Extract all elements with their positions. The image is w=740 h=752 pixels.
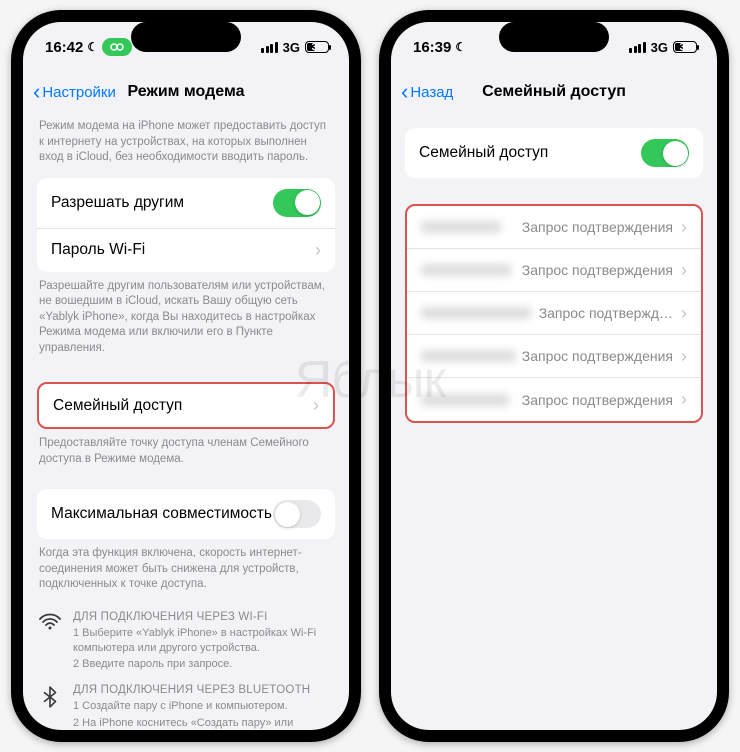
back-label: Назад [410,84,453,101]
compat-toggle[interactable] [273,500,321,528]
family-toggle[interactable] [641,139,689,167]
member-row[interactable]: Запрос подтверждения › [407,206,701,249]
battery-icon: 36 [673,41,697,53]
member-row[interactable]: Запрос подтверждения › [407,335,701,378]
chevron-left-icon: ‹ [401,81,408,103]
bluetooth-icon [39,684,61,708]
member-status: Запрос подтверждения [522,219,673,235]
screen-left: 16:42 ☾ 3G 35 ‹ Настройки Режим модема Р… [23,22,349,730]
chevron-right-icon: › [313,395,319,416]
back-button[interactable]: ‹ Настройки [33,81,116,103]
group-family: Семейный доступ › [37,382,335,429]
hotspot-active-pill[interactable] [102,38,132,56]
family-footer: Предоставляйте точку доступа членам Семе… [23,429,349,479]
row-family-sharing[interactable]: Семейный доступ › [39,384,333,427]
wifi-step: 1 Выберите «Yablyk iPhone» в настройках … [73,626,333,656]
back-button[interactable]: ‹ Назад [401,81,453,103]
cell-label: 3G [283,40,300,55]
notch [131,22,241,52]
member-name-blurred [421,350,516,362]
member-status: Запрос подтверждения [522,392,673,408]
allow-others-label: Разрешать другим [51,194,184,212]
row-allow-others[interactable]: Разрешать другим [37,178,335,229]
nav-title: Режим модема [128,83,245,101]
signal-icon [629,42,646,53]
dnd-moon-icon: ☾ [455,40,466,54]
chevron-right-icon: › [681,217,687,238]
row-max-compat[interactable]: Максимальная совместимость [37,489,335,539]
allow-others-toggle[interactable] [273,189,321,217]
instruct-wifi: ДЛЯ ПОДКЛЮЧЕНИЯ ЧЕРЕЗ WI-FI 1 Выберите «… [23,605,349,679]
row-wifi-password[interactable]: Пароль Wi-Fi › [37,229,335,272]
bt-section-title: ДЛЯ ПОДКЛЮЧЕНИЯ ЧЕРЕЗ BLUETOOTH [73,684,333,696]
dnd-moon-icon: ☾ [87,40,98,54]
intro-text: Режим модема на iPhone может предоставит… [23,112,349,178]
chevron-right-icon: › [681,389,687,410]
wifi-password-label: Пароль Wi-Fi [51,241,145,259]
family-toggle-label: Семейный доступ [419,144,548,162]
group-family-toggle: Семейный доступ [405,128,703,178]
chevron-right-icon: › [681,346,687,367]
compat-label: Максимальная совместимость [51,505,272,523]
battery-icon: 35 [305,41,329,53]
chevron-right-icon: › [315,240,321,261]
group-main: Разрешать другим Пароль Wi-Fi › [37,178,335,272]
wifi-section-title: ДЛЯ ПОДКЛЮЧЕНИЯ ЧЕРЕЗ WI-FI [73,611,333,623]
nav-bar: ‹ Настройки Режим модема [23,72,349,112]
chevron-right-icon: › [681,303,687,324]
phone-left: 16:42 ☾ 3G 35 ‹ Настройки Режим модема Р… [11,10,361,742]
group-compat: Максимальная совместимость [37,489,335,539]
member-status: Запрос подтвержд… [539,305,673,321]
notch [499,22,609,52]
chevron-right-icon: › [681,260,687,281]
status-time: 16:39 [413,39,451,56]
row-family-toggle[interactable]: Семейный доступ [405,128,703,178]
member-row[interactable]: Запрос подтвержд… › [407,292,701,335]
member-row[interactable]: Запрос подтверждения › [407,378,701,421]
nav-title: Семейный доступ [482,83,626,101]
member-name-blurred [421,307,531,319]
wifi-step: 2 Введите пароль при запросе. [73,657,333,672]
member-status: Запрос подтверждения [522,348,673,364]
group-family-members: Запрос подтверждения › Запрос подтвержден… [405,204,703,423]
member-row[interactable]: Запрос подтверждения › [407,249,701,292]
nav-bar: ‹ Назад Семейный доступ [391,72,717,112]
member-status: Запрос подтверждения [522,262,673,278]
signal-icon [261,42,278,53]
wifi-icon [39,611,61,631]
member-name-blurred [421,221,501,233]
family-label: Семейный доступ [53,397,182,415]
status-time: 16:42 [45,39,83,56]
phone-right: 16:39 ☾ 3G 36 ‹ Назад Семейный доступ Се… [379,10,729,742]
cell-label: 3G [651,40,668,55]
member-name-blurred [421,394,509,406]
compat-footer: Когда эта функция включена, скорость инт… [23,539,349,605]
bt-step: 1 Создайте пару с iPhone и компьютером. [73,699,333,714]
allow-footer: Разрешайте другим пользователям или устр… [23,272,349,369]
member-name-blurred [421,264,511,276]
bt-step: 2 На iPhone коснитесь «Создать пару» или… [73,716,333,730]
screen-right: 16:39 ☾ 3G 36 ‹ Назад Семейный доступ Се… [391,22,717,730]
instruct-bluetooth: ДЛЯ ПОДКЛЮЧЕНИЯ ЧЕРЕЗ BLUETOOTH 1 Создай… [23,678,349,730]
chevron-left-icon: ‹ [33,81,40,103]
back-label: Настройки [42,84,116,101]
